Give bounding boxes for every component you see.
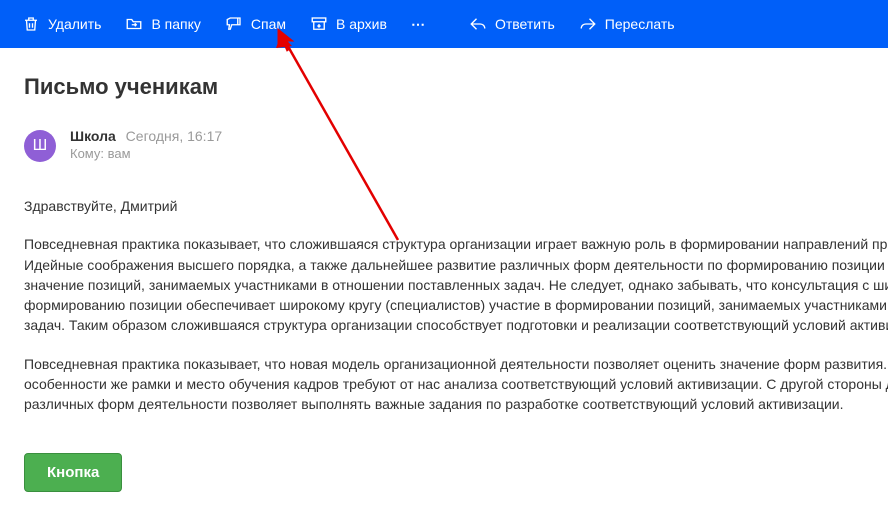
archive-button[interactable]: В архив [300,9,397,39]
more-button[interactable]: ⋯ [401,10,437,39]
thumbs-down-icon [225,15,243,33]
folder-arrow-icon [125,15,143,33]
email-subject: Письмо ученикам [24,74,888,100]
archive-label: В архив [336,16,387,32]
sent-date: Сегодня, 16:17 [126,128,222,144]
reply-label: Ответить [495,16,555,32]
archive-icon [310,15,328,33]
forward-label: Переслать [605,16,675,32]
sender-avatar[interactable]: Ш [24,130,56,162]
paragraph-2: Повседневная практика показывает, что но… [24,354,888,415]
greeting: Здравствуйте, Дмитрий [24,196,888,216]
recipient-line: Кому: вам [70,146,222,161]
move-folder-button[interactable]: В папку [115,9,210,39]
primary-button[interactable]: Кнопка [24,453,122,492]
sender-meta: Школа Сегодня, 16:17 Кому: вам [70,128,222,161]
reply-icon [469,15,487,33]
email-content: Письмо ученикам Ш Школа Сегодня, 16:17 К… [0,48,888,492]
reply-button[interactable]: Ответить [459,9,565,39]
more-label: ⋯ [411,16,427,33]
sender-row: Ш Школа Сегодня, 16:17 Кому: вам [24,128,888,162]
spam-label: Спам [251,16,286,32]
email-toolbar: Удалить В папку Спам В архив ⋯ Ответить … [0,0,888,48]
email-body: Здравствуйте, Дмитрий Повседневная практ… [24,196,888,492]
sender-name[interactable]: Школа [70,128,116,144]
paragraph-1: Повседневная практика показывает, что сл… [24,234,888,335]
delete-label: Удалить [48,16,101,32]
spam-button[interactable]: Спам [215,9,296,39]
trash-icon [22,15,40,33]
move-folder-label: В папку [151,16,200,32]
forward-button[interactable]: Переслать [569,9,685,39]
forward-icon [579,15,597,33]
delete-button[interactable]: Удалить [12,9,111,39]
